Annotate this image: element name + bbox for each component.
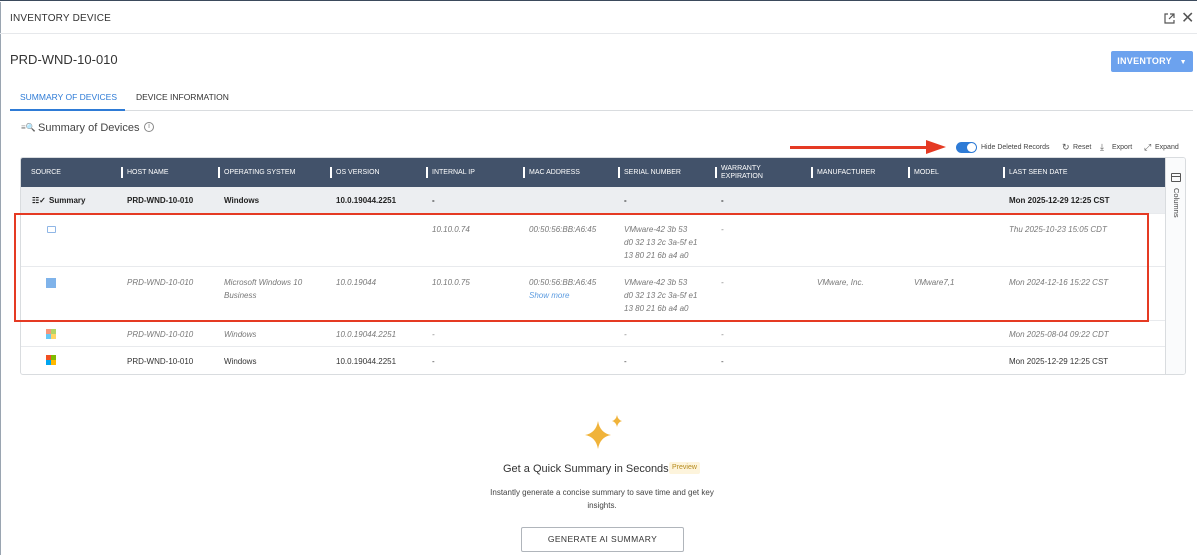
sparkle-icon <box>585 415 622 449</box>
cell-os: Windows <box>224 196 260 205</box>
cell-ip: - <box>432 196 435 205</box>
search-list-icon: ≡🔍 <box>21 123 36 132</box>
reset-icon[interactable]: ↻ <box>1062 142 1070 153</box>
annotation-highlight-box <box>14 213 1149 322</box>
cell-last-seen: Mon 2025-12-29 12:25 CST <box>1009 357 1109 366</box>
col-header-model[interactable]: MODEL <box>908 158 939 187</box>
cell-serial: - <box>624 330 627 339</box>
col-header-warranty-expiration[interactable]: WARRANTY EXPIRATION <box>715 158 781 187</box>
col-header-host-name[interactable]: HOST NAME <box>121 158 169 187</box>
export-button[interactable]: Export <box>1112 144 1132 151</box>
cell-ip: - <box>432 357 435 366</box>
col-header-mac-address[interactable]: MAC ADDRESS <box>523 158 580 187</box>
section-title: Summary of Devices <box>38 122 140 134</box>
cell-last-seen: Mon 2025-08-04 09:22 CDT <box>1009 330 1109 339</box>
col-header-source[interactable]: SOURCE <box>31 158 61 187</box>
annotation-arrow-line <box>790 146 930 149</box>
col-header-last-seen-date[interactable]: LAST SEEN DATE <box>1003 158 1067 187</box>
active-tab-indicator <box>10 109 125 111</box>
columns-side-panel[interactable]: Columns <box>1165 158 1185 374</box>
columns-label: Columns <box>1172 188 1181 218</box>
cell-host: PRD-WND-10-010 <box>127 196 194 205</box>
ai-summary-title: Get a Quick Summary in Seconds <box>503 463 669 475</box>
cell-os: Windows <box>224 357 257 366</box>
cell-serial: - <box>624 196 627 205</box>
cell-os-version: 10.0.19044.2251 <box>336 357 397 366</box>
table-row[interactable]: PRD-WND-10-010 Windows 10.0.19044.2251 -… <box>21 347 1165 374</box>
reset-button[interactable]: Reset <box>1073 144 1091 151</box>
title-bar: INVENTORY DEVICE ✕ <box>0 2 1197 34</box>
table-row[interactable]: PRD-WND-10-010 Windows 10.0.19044.2251 -… <box>21 321 1165 347</box>
device-name: PRD-WND-10-010 <box>10 52 118 67</box>
export-icon[interactable]: ⤓ <box>1100 142 1104 153</box>
tab-bar: SUMMARY OF DEVICES DEVICE INFORMATION <box>10 85 1193 111</box>
hide-deleted-label: Hide Deleted Records <box>981 144 1050 151</box>
toggle-knob <box>967 143 976 152</box>
windows-color-icon <box>46 355 56 365</box>
cell-os-version: 10.0.19044.2251 <box>336 196 397 205</box>
summary-icon: ☷✓ <box>32 196 46 205</box>
windows-color-icon <box>46 329 56 339</box>
cell-host: PRD-WND-10-010 <box>127 357 194 366</box>
close-icon[interactable]: ✕ <box>1181 8 1194 28</box>
inventory-dropdown-button[interactable]: INVENTORY ▼ <box>1111 51 1193 72</box>
cell-source: Summary <box>49 196 86 205</box>
cell-serial: - <box>624 357 627 366</box>
inventory-button-label: INVENTORY <box>1117 56 1172 66</box>
cell-ip: - <box>432 330 435 339</box>
expand-button[interactable]: Expand <box>1155 144 1179 151</box>
info-icon[interactable]: i <box>144 122 154 132</box>
cell-warranty: - <box>721 357 724 366</box>
cell-last-seen: Mon 2025-12-29 12:25 CST <box>1009 196 1110 205</box>
generate-ai-summary-button[interactable]: GENERATE AI SUMMARY <box>521 527 684 552</box>
cell-warranty: - <box>721 196 724 205</box>
preview-badge: Preview <box>669 462 700 474</box>
col-header-operating-system[interactable]: OPERATING SYSTEM <box>218 158 295 187</box>
col-header-serial-number[interactable]: SERIAL NUMBER <box>618 158 681 187</box>
tab-device-information[interactable]: DEVICE INFORMATION <box>136 92 229 102</box>
caret-down-icon: ▼ <box>1179 59 1187 66</box>
cell-warranty: - <box>721 330 724 339</box>
ai-summary-description: Instantly generate a concise summary to … <box>490 488 714 510</box>
hide-deleted-toggle[interactable] <box>956 142 977 153</box>
cell-os-version: 10.0.19044.2251 <box>336 330 397 339</box>
columns-icon <box>1171 173 1181 182</box>
table-header: SOURCE HOST NAME OPERATING SYSTEM OS VER… <box>21 158 1165 187</box>
annotation-arrow-head <box>926 140 946 154</box>
cell-host: PRD-WND-10-010 <box>127 330 194 339</box>
cell-os: Windows <box>224 330 257 339</box>
window-edge <box>0 2 1 555</box>
table-row-summary[interactable]: ☷✓ Summary PRD-WND-10-010 Windows 10.0.1… <box>21 187 1165 214</box>
col-header-manufacturer[interactable]: MANUFACTURER <box>811 158 875 187</box>
expand-icon[interactable]: ⤢ <box>1144 142 1151 153</box>
col-header-os-version[interactable]: OS VERSION <box>330 158 380 187</box>
popout-icon[interactable] <box>1163 12 1176 25</box>
window-title: INVENTORY DEVICE <box>10 13 112 24</box>
tab-summary-of-devices[interactable]: SUMMARY OF DEVICES <box>20 92 117 102</box>
inventory-device-window: INVENTORY DEVICE ✕ PRD-WND-10-010 INVENT… <box>0 0 1197 555</box>
col-header-internal-ip[interactable]: INTERNAL IP <box>426 158 475 187</box>
